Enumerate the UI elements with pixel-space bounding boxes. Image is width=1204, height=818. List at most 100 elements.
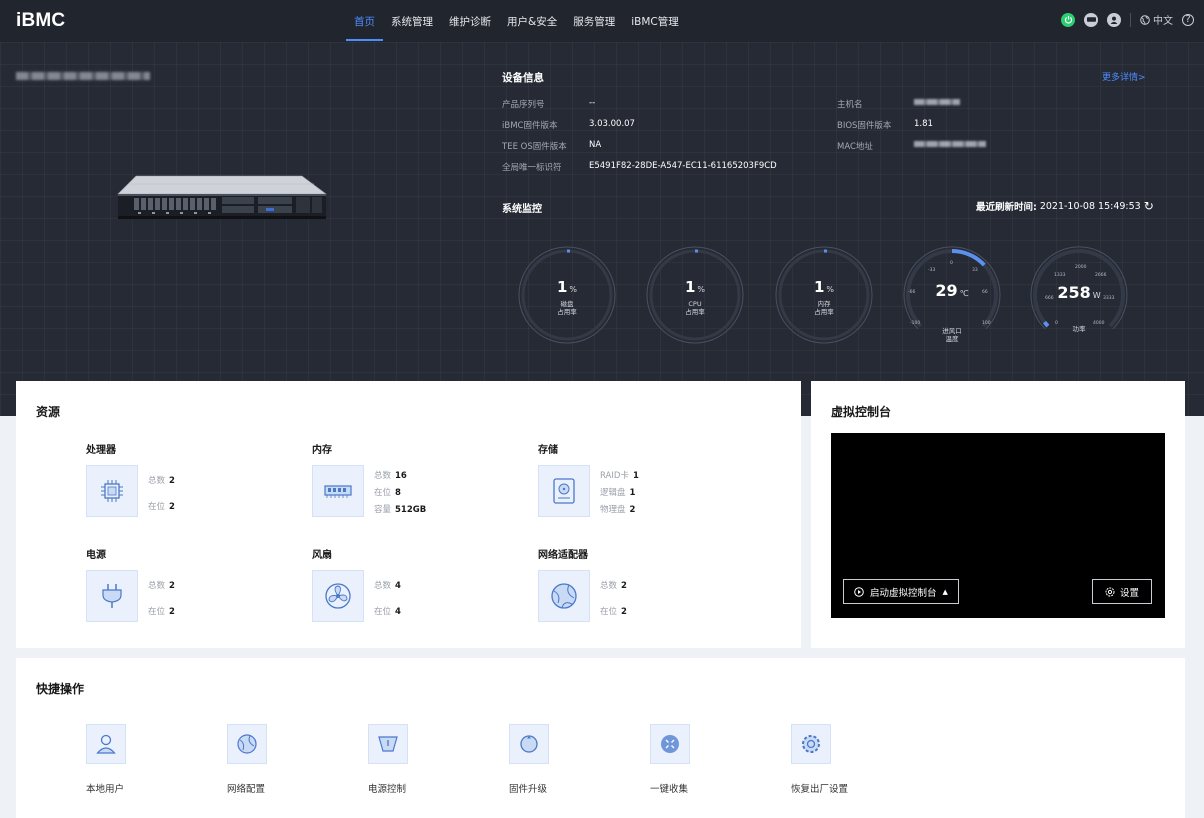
nav-ibmc-management[interactable]: iBMC管理 <box>623 0 687 42</box>
top-navigation-bar: iBMC 首页 系统管理 维护诊断 用户&安全 服务管理 iBMC管理 中文 ? <box>0 0 1204 42</box>
language-switcher[interactable]: 中文 <box>1140 12 1173 27</box>
power-value: 258 <box>1057 283 1091 302</box>
power-control-icon <box>378 736 398 752</box>
network-adapter-present: 在位 2 <box>600 607 627 617</box>
network-globe-icon <box>551 583 577 609</box>
quick-firmware-upgrade[interactable]: 固件升级 <box>509 724 589 804</box>
power-icon[interactable] <box>1061 12 1075 27</box>
quick-network-config[interactable]: 网络配置 <box>227 724 307 804</box>
mac-address-label: MAC地址 <box>837 142 873 152</box>
temp-tick-min: -100 <box>910 321 921 326</box>
refresh-time-label: 最近刷新时间: <box>976 202 1037 213</box>
device-info-title: 设备信息 <box>502 72 544 84</box>
quick-local-users[interactable]: 本地用户 <box>86 724 166 804</box>
disk-usage-label-2: 占用率 <box>557 308 577 316</box>
temp-tick-max: 100 <box>982 321 991 326</box>
power-supply-tile[interactable] <box>86 570 138 622</box>
logical-disk-count: 逻辑盘 1 <box>600 488 636 498</box>
nav-home[interactable]: 首页 <box>346 0 383 42</box>
quick-one-click-collect[interactable]: 一键收集 <box>650 724 730 804</box>
mac-address-value-redacted <box>914 141 986 147</box>
network-adapter-label: 网络适配器 <box>538 550 588 561</box>
quick-actions-panel: 快捷操作 本地用户 网络配置 电源控制 固件升级 一键收集 恢复出厂设置 <box>16 658 1185 818</box>
one-click-collect-tile <box>650 724 690 764</box>
resources-title: 资源 <box>36 405 61 419</box>
power-tick-4: 2666 <box>1095 273 1107 278</box>
play-circle-icon <box>854 586 864 597</box>
storage-disk-icon <box>553 478 575 504</box>
cpu-usage-label-2: 占用率 <box>685 308 705 316</box>
refresh-icon[interactable]: ↻ <box>1144 199 1154 213</box>
user-account-icon[interactable] <box>1107 12 1121 27</box>
memory-label: 内存 <box>312 445 332 456</box>
memory-usage-gauge: 1% 内存 占用率 <box>774 245 874 355</box>
serial-number-value: -- <box>589 98 596 108</box>
temp-tick-4: 33 <box>972 268 978 273</box>
temp-tick-3: 0 <box>950 261 953 266</box>
memory-tile[interactable] <box>312 465 364 517</box>
power-control-tile <box>368 724 408 764</box>
refresh-time-value: 2021-10-08 15:49:53 <box>1039 200 1141 212</box>
power-supply-label: 电源 <box>86 550 106 561</box>
power-plug-icon <box>102 584 122 608</box>
help-icon[interactable]: ? <box>1182 13 1194 26</box>
ibmc-firmware-value: 3.03.00.07 <box>589 119 635 129</box>
nav-user-security[interactable]: 用户&安全 <box>499 0 565 42</box>
cpu-usage-unit: % <box>697 285 706 294</box>
network-adapter-total: 总数 2 <box>600 581 627 591</box>
local-users-label: 本地用户 <box>86 784 125 795</box>
network-config-label: 网络配置 <box>227 784 266 795</box>
nav-maintenance-diagnosis[interactable]: 维护诊断 <box>441 0 499 42</box>
network-adapter-tile[interactable] <box>538 570 590 622</box>
physical-disk-count: 物理盘 2 <box>600 505 636 515</box>
firmware-upgrade-tile <box>509 724 549 764</box>
processor-total: 总数 2 <box>148 476 175 486</box>
more-details-link[interactable]: 更多详情> <box>1102 70 1146 83</box>
fan-present: 在位 4 <box>374 607 401 617</box>
raid-card-count: RAID卡 1 <box>600 471 639 481</box>
resources-panel: 资源 处理器 总数 2 在位 2 内存 总数 16 在位 8 容量 512GB … <box>16 381 801 648</box>
quick-power-control[interactable]: 电源控制 <box>368 724 448 804</box>
server-image <box>117 175 327 219</box>
inlet-temperature-arc <box>951 249 986 267</box>
launch-console-label: 启动虚拟控制台 <box>870 587 937 599</box>
fan-tile[interactable] <box>312 570 364 622</box>
device-overview-panel: 设备信息 更多详情> 产品序列号 -- iBMC固件版本 3.03.00.07 … <box>0 42 1204 416</box>
power-tick-3: 2000 <box>1075 265 1087 270</box>
nav-service-management[interactable]: 服务管理 <box>565 0 623 42</box>
uid-indicator-icon[interactable] <box>1084 12 1098 27</box>
console-settings-label: 设置 <box>1119 587 1139 599</box>
power-supply-total: 总数 2 <box>148 581 175 591</box>
virtual-console-title: 虚拟控制台 <box>831 405 892 419</box>
disk-usage-value: 1 <box>556 278 568 296</box>
quick-actions-title: 快捷操作 <box>36 682 85 696</box>
virtual-console-panel: 虚拟控制台 启动虚拟控制台 ▲ 设置 <box>811 381 1185 648</box>
cpu-usage-value: 1 <box>684 278 696 296</box>
launch-virtual-console-button[interactable]: 启动虚拟控制台 ▲ <box>843 579 959 604</box>
device-model-name-redacted <box>16 72 150 80</box>
power-label: 功率 <box>1072 325 1086 333</box>
header-actions: 中文 ? <box>1061 12 1194 27</box>
cpu-usage-gauge: 1% CPU 占用率 <box>645 245 745 355</box>
quick-factory-reset[interactable]: 恢复出厂设置 <box>791 724 871 804</box>
console-preview-screen[interactable]: 启动虚拟控制台 ▲ 设置 <box>831 433 1165 618</box>
memory-module-icon <box>324 485 352 498</box>
firmware-upgrade-icon <box>520 735 538 753</box>
inlet-temperature-unit: ℃ <box>959 289 969 298</box>
storage-tile[interactable] <box>538 465 590 517</box>
fan-label: 风扇 <box>312 550 332 561</box>
processor-tile[interactable] <box>86 465 138 517</box>
disk-usage-gauge: 1% 磁盘 占用率 <box>517 245 617 355</box>
memory-present: 在位 8 <box>374 488 401 498</box>
power-unit: W <box>1092 291 1101 300</box>
language-label: 中文 <box>1153 16 1173 27</box>
memory-capacity: 容量 512GB <box>374 505 427 515</box>
globe-network-icon <box>237 734 257 754</box>
bios-firmware-label: BIOS固件版本 <box>837 121 892 131</box>
serial-number-label: 产品序列号 <box>502 100 545 110</box>
nav-system-management[interactable]: 系统管理 <box>383 0 441 42</box>
console-settings-button[interactable]: 设置 <box>1092 579 1152 604</box>
memory-usage-value: 1 <box>813 278 825 296</box>
collect-icon <box>661 735 679 753</box>
ibmc-logo[interactable]: iBMC <box>16 10 65 32</box>
